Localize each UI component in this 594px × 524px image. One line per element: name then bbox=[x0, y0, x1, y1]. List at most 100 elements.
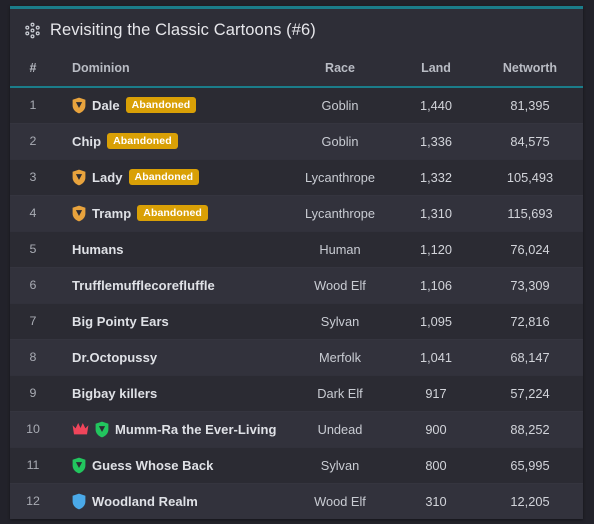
shield-orange-icon bbox=[72, 97, 86, 114]
dominion-cell-content: Big Pointy Ears bbox=[72, 314, 279, 329]
dominion-cell-content: Trufflemufflecorefluffle bbox=[72, 278, 279, 293]
table-row[interactable]: 7 Big Pointy Ears Sylvan 1,095 72,816 bbox=[10, 302, 583, 339]
cell-rank: 8 bbox=[10, 338, 56, 375]
cell-race: Sylvan bbox=[285, 446, 395, 483]
cell-rank: 9 bbox=[10, 374, 56, 411]
cell-networth: 115,693 bbox=[477, 194, 583, 231]
cell-networth: 57,224 bbox=[477, 374, 583, 411]
dominion-cell-content: Woodland Realm bbox=[72, 493, 279, 510]
dominion-cell-content: Lady Abandoned bbox=[72, 169, 279, 186]
cell-rank: 12 bbox=[10, 482, 56, 519]
table-row[interactable]: 11 Guess Whose Back Sylvan 800 65,995 bbox=[10, 446, 583, 483]
cell-land: 1,310 bbox=[395, 194, 477, 231]
cell-dominion: Bigbay killers bbox=[56, 374, 285, 411]
table-header-row: # Dominion Race Land Networth bbox=[10, 51, 583, 88]
cell-rank: 7 bbox=[10, 302, 56, 339]
table-row[interactable]: 2 Chip Abandoned Goblin 1,336 84,575 bbox=[10, 122, 583, 159]
cell-dominion: Woodland Realm bbox=[56, 482, 285, 519]
table-row[interactable]: 8 Dr.Octopussy Merfolk 1,041 68,147 bbox=[10, 338, 583, 375]
cell-dominion: Lady Abandoned bbox=[56, 158, 285, 195]
dominion-cell-content: Humans bbox=[72, 242, 279, 257]
status-badge: Abandoned bbox=[107, 133, 178, 149]
cell-networth: 65,995 bbox=[477, 446, 583, 483]
dominion-name-link[interactable]: Lady bbox=[92, 170, 123, 185]
cell-race: Human bbox=[285, 230, 395, 267]
table-body: 1 Dale Abandoned Goblin 1,440 81,395 2 Chip Aban… bbox=[10, 86, 583, 519]
cell-race: Dark Elf bbox=[285, 374, 395, 411]
cell-rank: 4 bbox=[10, 194, 56, 231]
card-header: Revisiting the Classic Cartoons (#6) bbox=[10, 9, 583, 51]
table-row[interactable]: 10 Mumm-Ra the Ever-Living Undead 900 88,252 bbox=[10, 410, 583, 447]
ranking-table: # Dominion Race Land Networth 1 Dale Aband… bbox=[10, 51, 583, 519]
table-row[interactable]: 12 Woodland Realm Wood Elf 310 12,205 bbox=[10, 482, 583, 519]
column-header-race[interactable]: Race bbox=[285, 51, 395, 88]
dominion-name-link[interactable]: Bigbay killers bbox=[72, 386, 157, 401]
column-header-land[interactable]: Land bbox=[395, 51, 477, 88]
cell-race: Goblin bbox=[285, 86, 395, 123]
dominion-name-link[interactable]: Big Pointy Ears bbox=[72, 314, 169, 329]
table-row[interactable]: 6 Trufflemufflecorefluffle Wood Elf 1,106 73… bbox=[10, 266, 583, 303]
dominion-name-link[interactable]: Dale bbox=[92, 98, 120, 113]
ranking-card: Revisiting the Classic Cartoons (#6) # D… bbox=[10, 6, 583, 519]
cell-race: Wood Elf bbox=[285, 266, 395, 303]
table-row[interactable]: 1 Dale Abandoned Goblin 1,440 81,395 bbox=[10, 86, 583, 123]
cell-rank: 11 bbox=[10, 446, 56, 483]
cell-land: 900 bbox=[395, 410, 477, 447]
cell-land: 917 bbox=[395, 374, 477, 411]
dominion-cell-content: Dr.Octopussy bbox=[72, 350, 279, 365]
cell-land: 1,041 bbox=[395, 338, 477, 375]
cell-networth: 81,395 bbox=[477, 86, 583, 123]
cell-networth: 68,147 bbox=[477, 338, 583, 375]
cell-land: 310 bbox=[395, 482, 477, 519]
column-header-networth[interactable]: Networth bbox=[477, 51, 583, 88]
cell-rank: 6 bbox=[10, 266, 56, 303]
status-badge: Abandoned bbox=[125, 97, 197, 114]
cell-race: Sylvan bbox=[285, 302, 395, 339]
cell-dominion: Humans bbox=[56, 230, 285, 267]
cell-land: 1,106 bbox=[395, 266, 477, 303]
dominion-name-link[interactable]: Trufflemufflecorefluffle bbox=[72, 278, 215, 293]
dominion-cell-content: Bigbay killers bbox=[72, 386, 279, 401]
cell-rank: 3 bbox=[10, 158, 56, 195]
dominion-name-link[interactable]: Tramp bbox=[92, 206, 131, 221]
cell-dominion: Guess Whose Back bbox=[56, 446, 285, 483]
cell-race: Goblin bbox=[285, 122, 395, 159]
cell-dominion: Mumm-Ra the Ever-Living bbox=[56, 410, 285, 447]
cell-dominion: Trufflemufflecorefluffle bbox=[56, 266, 285, 303]
cell-networth: 76,024 bbox=[477, 230, 583, 267]
cell-land: 800 bbox=[395, 446, 477, 483]
cell-land: 1,095 bbox=[395, 302, 477, 339]
cell-dominion: Chip Abandoned bbox=[56, 122, 285, 159]
cell-race: Lycanthrope bbox=[285, 158, 395, 195]
table-row[interactable]: 9 Bigbay killers Dark Elf 917 57,224 bbox=[10, 374, 583, 411]
table-row[interactable]: 3 Lady Abandoned Lycanthrope 1,332 105,493 bbox=[10, 158, 583, 195]
cell-dominion: Tramp Abandoned bbox=[56, 194, 285, 231]
cell-race: Undead bbox=[285, 410, 395, 447]
cell-dominion: Dale Abandoned bbox=[56, 86, 285, 123]
dominion-name-link[interactable]: Humans bbox=[72, 242, 124, 257]
shield-blue-icon bbox=[72, 493, 86, 510]
dominion-name-link[interactable]: Chip bbox=[72, 134, 101, 149]
cell-networth: 12,205 bbox=[477, 482, 583, 519]
cell-networth: 84,575 bbox=[477, 122, 583, 159]
page-root: Revisiting the Classic Cartoons (#6) # D… bbox=[0, 0, 594, 524]
cell-race: Lycanthrope bbox=[285, 194, 395, 231]
dominion-cell-content: Dale Abandoned bbox=[72, 97, 279, 114]
table-row[interactable]: 5 Humans Human 1,120 76,024 bbox=[10, 230, 583, 267]
table-row[interactable]: 4 Tramp Abandoned Lycanthrope 1,310 115,693 bbox=[10, 194, 583, 231]
dominion-name-link[interactable]: Guess Whose Back bbox=[92, 458, 213, 473]
column-header-dominion[interactable]: Dominion bbox=[56, 51, 285, 88]
table-head: # Dominion Race Land Networth bbox=[10, 51, 583, 88]
dominion-name-link[interactable]: Dr.Octopussy bbox=[72, 350, 157, 365]
cell-race: Wood Elf bbox=[285, 482, 395, 519]
shield-orange-icon bbox=[72, 205, 86, 222]
cell-dominion: Dr.Octopussy bbox=[56, 338, 285, 375]
cell-land: 1,120 bbox=[395, 230, 477, 267]
crown-red-icon bbox=[72, 422, 89, 436]
cell-networth: 88,252 bbox=[477, 410, 583, 447]
dominion-cell-content: Mumm-Ra the Ever-Living bbox=[72, 421, 279, 438]
column-header-rank[interactable]: # bbox=[10, 51, 56, 88]
dominion-name-link[interactable]: Mumm-Ra the Ever-Living bbox=[115, 422, 277, 437]
cell-networth: 105,493 bbox=[477, 158, 583, 195]
dominion-name-link[interactable]: Woodland Realm bbox=[92, 494, 198, 509]
